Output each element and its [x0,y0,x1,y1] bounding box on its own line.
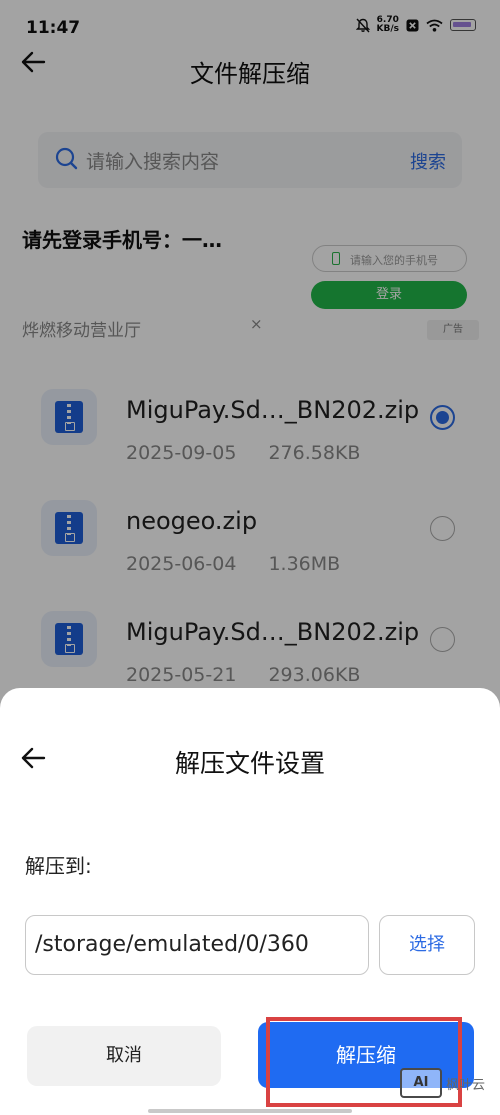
cancel-button[interactable]: 取消 [27,1026,221,1086]
watermark-text: 枫叶云 [446,1077,486,1093]
home-indicator[interactable] [148,1109,352,1113]
extract-to-label: 解压到: [25,854,92,878]
extract-path-input[interactable]: /storage/emulated/0/360 [25,915,369,975]
watermark: AI 枫叶云 [400,1068,485,1098]
watermark-logo: AI [400,1068,442,1098]
dialog-title: 解压文件设置 [174,749,325,778]
choose-path-button[interactable]: 选择 [379,915,475,975]
